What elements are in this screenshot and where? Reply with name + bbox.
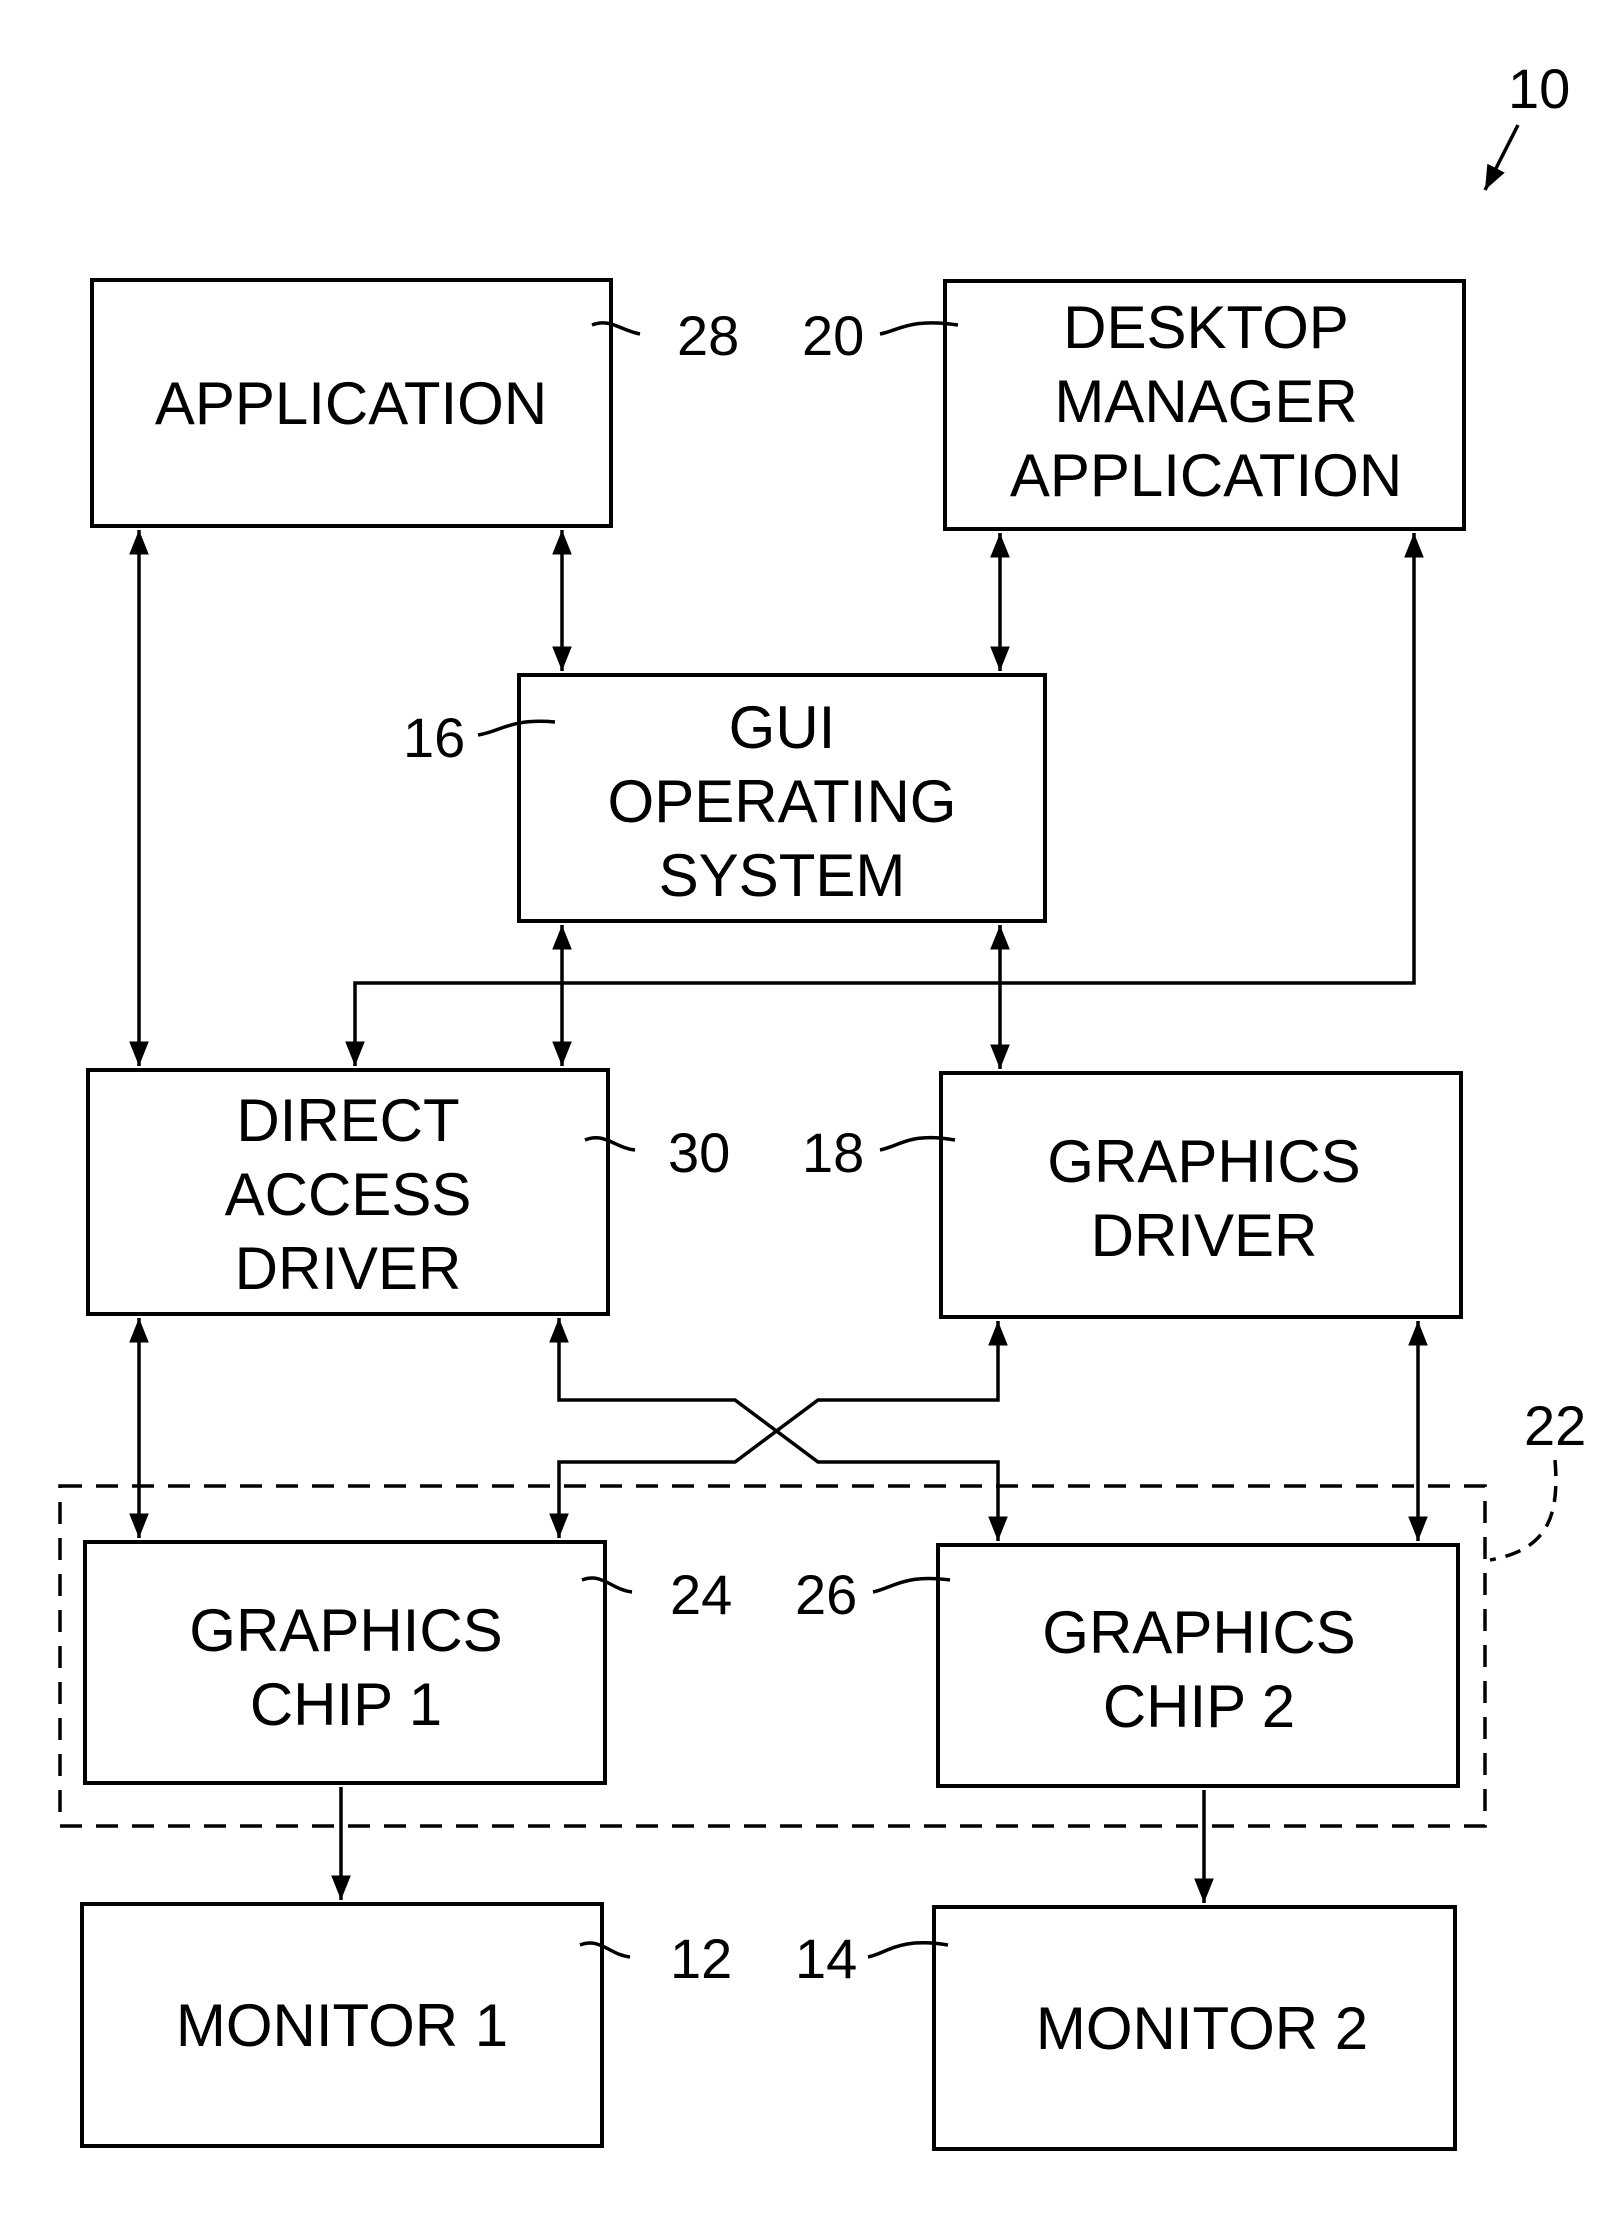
direct-access-ref: 30 xyxy=(668,1121,730,1184)
monitor-1-label: MONITOR 1 xyxy=(176,1992,508,2059)
direct-access-label-2: ACCESS xyxy=(225,1161,472,1228)
direct-access-label-3: DRIVER xyxy=(235,1235,462,1302)
block-diagram: 10 22 APPLICATION 28 DESKTOP MANAGER APP… xyxy=(58,57,1586,2151)
group-ref-label: 22 xyxy=(1524,1394,1586,1457)
desktop-manager-label-1: DESKTOP xyxy=(1063,294,1349,361)
graphics-driver-label-1: GRAPHICS xyxy=(1047,1128,1360,1195)
application-label: APPLICATION xyxy=(155,370,547,437)
desktop-manager-block: DESKTOP MANAGER APPLICATION xyxy=(943,279,1466,531)
chip-2-label-1: GRAPHICS xyxy=(1042,1599,1355,1666)
application-block: APPLICATION xyxy=(90,278,613,528)
chip-1-label-2: CHIP 1 xyxy=(250,1671,442,1738)
direct-access-label-1: DIRECT xyxy=(236,1087,459,1154)
group-ref-leader xyxy=(1489,1459,1558,1562)
gui-os-label-1: GUI xyxy=(729,694,836,761)
graphics-chip-2-block: GRAPHICS CHIP 2 xyxy=(936,1543,1460,1788)
gui-os-block: GUI OPERATING SYSTEM xyxy=(517,673,1047,923)
chip-2-label-2: CHIP 2 xyxy=(1103,1673,1295,1740)
graphics-driver-chip-1-connector xyxy=(549,1321,1008,1538)
gui-os-label-3: SYSTEM xyxy=(659,842,906,909)
graphics-driver-label-2: DRIVER xyxy=(1091,1202,1318,1269)
figure-ref-arrow xyxy=(1483,124,1520,191)
chip-2-ref: 26 xyxy=(795,1563,857,1626)
direct-access-driver-block: DIRECT ACCESS DRIVER xyxy=(86,1068,610,1316)
application-ref: 28 xyxy=(677,304,739,367)
graphics-driver-block: GRAPHICS DRIVER xyxy=(939,1071,1463,1319)
chip-1-label-1: GRAPHICS xyxy=(189,1597,502,1664)
monitor-1-ref: 12 xyxy=(670,1927,732,1990)
desktop-manager-label-3: APPLICATION xyxy=(1010,442,1402,509)
gui-os-ref: 16 xyxy=(403,706,465,769)
figure-ref-label: 10 xyxy=(1508,57,1570,120)
gui-os-label-2: OPERATING xyxy=(608,768,957,835)
graphics-driver-ref: 18 xyxy=(802,1121,864,1184)
desktop-manager-ref: 20 xyxy=(802,304,864,367)
desktop-manager-label-2: MANAGER xyxy=(1054,368,1357,435)
chip-1-ref: 24 xyxy=(670,1563,732,1626)
monitor-2-label: MONITOR 2 xyxy=(1036,1995,1368,2062)
monitor-2-block: MONITOR 2 xyxy=(932,1905,1457,2151)
graphics-chip-1-block: GRAPHICS CHIP 1 xyxy=(83,1540,607,1785)
monitor-1-block: MONITOR 1 xyxy=(80,1902,604,2148)
monitor-2-ref: 14 xyxy=(795,1927,857,1990)
